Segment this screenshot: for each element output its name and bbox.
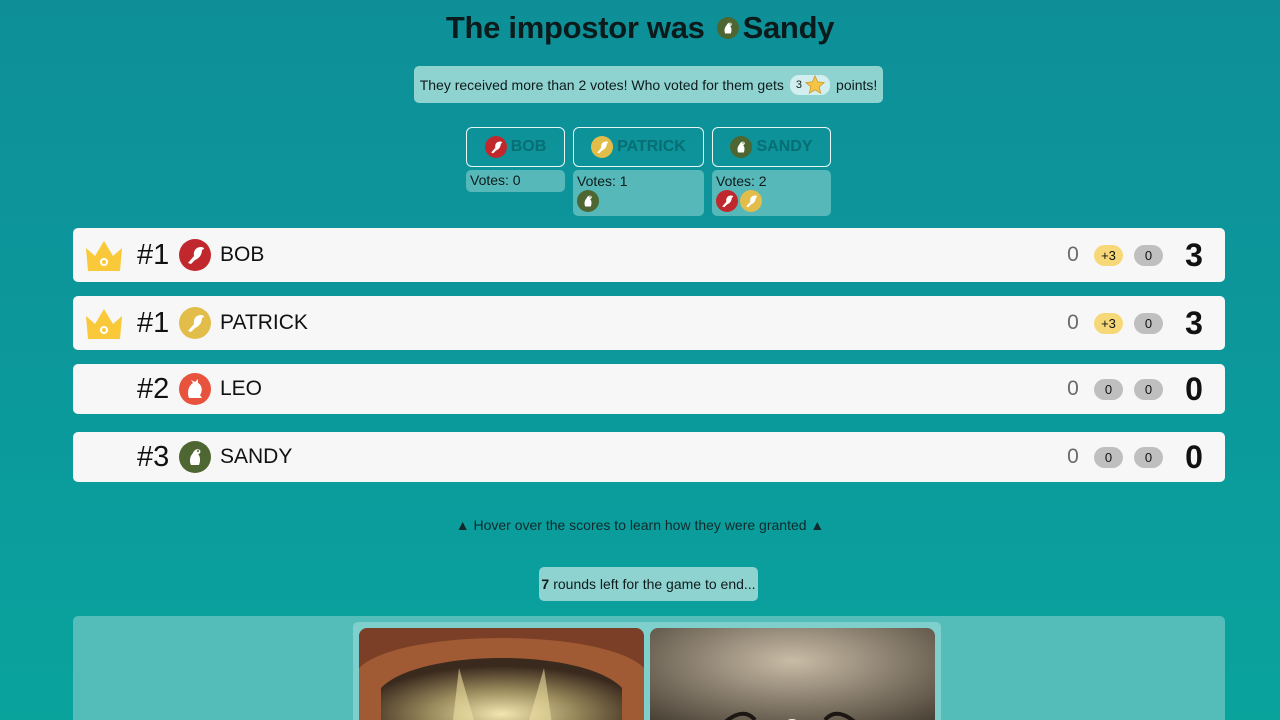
rounds-left-badge: 7 rounds left for the game to end... [539,567,758,601]
vote-column-sandy: SANDY Votes: 2 [712,127,831,216]
player-rank: #1 [137,238,170,271]
notice-suffix: points! [836,76,878,93]
voter-list [577,190,700,212]
scoreboard-row-patrick: #1 PATRICK 0 +3 0 3 [73,296,1225,350]
sandy-avatar-icon [716,17,739,39]
sandy-avatar-icon [179,441,211,473]
player-name: BOB [220,243,265,266]
other-points-pill[interactable]: 0 [1134,244,1163,266]
other-points-pill[interactable]: 0 [1134,312,1163,334]
crown-icon [84,238,124,272]
player-name: LEO [220,377,263,400]
vote-count: Votes: 2 [716,173,767,189]
vote-button-label: SANDY [756,138,813,155]
impostor-name: Sandy [742,10,835,45]
bob-avatar-icon [716,190,738,212]
vote-button-label: PATRICK [617,138,686,155]
vote-button-patrick[interactable]: PATRICK [573,127,704,167]
bob-avatar-icon [484,136,507,158]
patrick-avatar-icon [591,136,614,158]
player-rank: #3 [137,440,170,473]
leo-avatar-icon [179,373,211,405]
scoreboard-row-leo: #2 LEO 0 0 0 0 [73,364,1225,414]
scoreboard-row-sandy: #3 SANDY 0 0 0 0 [73,432,1225,482]
vote-count-box: Votes: 0 [466,170,565,192]
total-score[interactable]: 0 [1181,371,1207,408]
points-value: 3 [795,78,803,91]
player-name: PATRICK [220,311,308,334]
vote-column-patrick: PATRICK Votes: 1 [573,127,704,216]
notice-text: They received more than 2 votes! Who vot… [419,76,784,93]
vote-button-label: BOB [510,138,547,155]
hint-text: Hover over the scores to learn how they … [473,517,807,533]
star-icon [804,74,826,94]
other-points-pill[interactable]: 0 [1134,378,1163,400]
impostor-bonus-pill[interactable]: 0 [1094,378,1123,400]
caret-up-icon: ▲ [810,517,825,533]
vote-count-box: Votes: 2 [712,170,831,216]
vote-button-bob[interactable]: BOB [466,127,565,167]
other-points-pill[interactable]: 0 [1134,446,1163,468]
player-name: SANDY [220,445,293,468]
scoreboard-row-bob: #1 BOB 0 +3 0 3 [73,228,1225,282]
sandy-avatar-icon [577,190,599,212]
crown-icon [84,306,124,340]
card-image-spider[interactable] [650,628,935,720]
impostor-bonus-pill[interactable]: +3 [1094,244,1123,266]
player-rank: #2 [137,372,170,405]
sandy-avatar-icon [730,136,753,158]
player-rank: #1 [137,306,170,339]
voter-list [716,190,827,212]
previous-score[interactable]: 0 [1065,311,1081,335]
points-notice: They received more than 2 votes! Who vot… [414,66,883,103]
total-score[interactable]: 3 [1181,305,1207,342]
previous-score[interactable]: 0 [1065,377,1081,401]
patrick-avatar-icon [179,307,211,339]
caret-up-icon: ▲ [455,517,470,533]
page-title: The impostor was Sandy [0,8,1280,48]
vote-count: Votes: 1 [577,173,628,189]
rounds-count: 7 [541,576,550,592]
card-image-arch[interactable] [359,628,644,720]
bob-avatar-icon [179,239,211,271]
vote-count: Votes: 0 [470,172,521,188]
total-score[interactable]: 0 [1181,439,1207,476]
previous-score[interactable]: 0 [1065,243,1081,267]
vote-button-sandy[interactable]: SANDY [712,127,831,167]
title-prefix: The impostor was [445,10,705,45]
vote-column-bob: BOB Votes: 0 [466,127,565,192]
rounds-text: rounds left for the game to end... [553,576,756,592]
points-badge: 3 [789,74,831,95]
impostor-bonus-pill[interactable]: +3 [1094,312,1123,334]
previous-score[interactable]: 0 [1065,445,1081,469]
impostor-bonus-pill[interactable]: 0 [1094,446,1123,468]
patrick-avatar-icon [740,190,762,212]
vote-count-box: Votes: 1 [573,170,704,216]
score-hint: ▲ Hover over the scores to learn how the… [0,517,1280,533]
total-score[interactable]: 3 [1181,237,1207,274]
